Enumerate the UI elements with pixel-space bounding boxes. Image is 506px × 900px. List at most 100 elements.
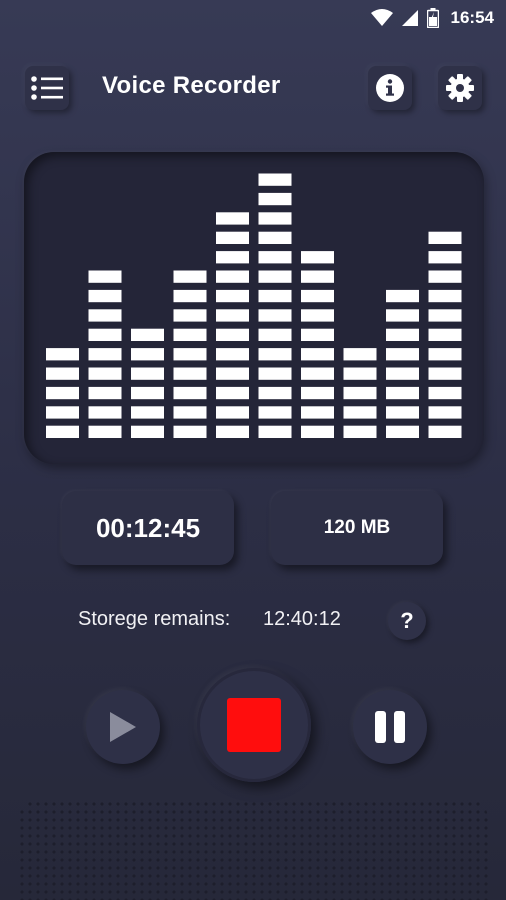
level-segment <box>428 231 462 244</box>
file-size-display: 120 MB <box>271 491 443 565</box>
level-segment <box>428 367 462 380</box>
pause-icon <box>375 711 405 743</box>
level-segment <box>216 425 249 438</box>
level-segment <box>386 328 419 341</box>
level-segment <box>173 425 207 438</box>
level-bar-1 <box>46 348 79 438</box>
help-button[interactable]: ? <box>388 602 426 640</box>
speaker-grille <box>18 800 488 900</box>
level-segment <box>216 406 249 419</box>
level-segment <box>301 367 334 380</box>
info-icon <box>376 74 404 102</box>
stop-record-button[interactable] <box>197 668 311 782</box>
level-segment <box>258 289 292 303</box>
level-segment <box>88 425 122 438</box>
level-segment <box>131 348 164 361</box>
level-segment <box>343 386 377 400</box>
level-segment <box>46 348 79 361</box>
signal-icon <box>401 10 418 26</box>
storage-label: Storege remains: <box>78 608 231 630</box>
level-segment <box>173 309 207 322</box>
level-segment <box>88 386 122 400</box>
level-segment <box>258 328 292 341</box>
level-segment <box>173 386 207 400</box>
level-segment <box>258 270 292 283</box>
info-button[interactable] <box>368 66 412 110</box>
level-segment <box>428 251 462 264</box>
level-segment <box>216 212 249 225</box>
list-menu-icon <box>31 76 63 100</box>
level-segment <box>301 251 334 264</box>
level-bar-4 <box>173 270 207 438</box>
level-segment <box>386 406 419 419</box>
level-segment <box>131 386 164 400</box>
wifi-icon <box>370 9 393 26</box>
level-segment <box>46 406 79 419</box>
level-segment <box>428 386 462 400</box>
level-segment <box>131 367 164 380</box>
level-segment <box>173 328 207 341</box>
level-segment <box>258 212 292 225</box>
status-time: 16:54 <box>450 8 494 27</box>
level-segment <box>258 348 292 361</box>
level-bar-9 <box>386 289 419 438</box>
level-segment <box>258 386 292 400</box>
level-segment <box>428 270 462 283</box>
level-segment <box>216 367 249 380</box>
menu-button[interactable] <box>25 66 69 110</box>
level-bar-7 <box>301 251 334 438</box>
level-segment <box>301 328 334 341</box>
level-segment <box>131 328 164 341</box>
elapsed-time-display: 00:12:45 <box>62 491 234 565</box>
level-segment <box>258 425 292 438</box>
gear-icon <box>446 74 474 102</box>
level-segment <box>428 348 462 361</box>
level-segment <box>343 348 377 361</box>
audio-level-visualizer <box>24 152 484 464</box>
level-segment <box>88 348 122 361</box>
level-segment <box>216 309 249 322</box>
level-segment <box>46 425 79 438</box>
play-button[interactable] <box>86 690 160 764</box>
level-segment <box>216 251 249 264</box>
level-segment <box>428 425 462 438</box>
level-segment <box>428 289 462 303</box>
level-segment <box>46 367 79 380</box>
level-segment <box>173 348 207 361</box>
storage-value: 12:40:12 <box>263 608 341 630</box>
level-segment <box>301 289 334 303</box>
level-segment <box>216 328 249 341</box>
level-segment <box>173 406 207 419</box>
level-segment <box>131 406 164 419</box>
play-icon <box>110 712 136 742</box>
level-segment <box>88 406 122 419</box>
level-segment <box>386 425 419 438</box>
level-segment <box>428 406 462 419</box>
level-segment <box>88 367 122 380</box>
level-segment <box>343 425 377 438</box>
battery-icon <box>426 8 439 28</box>
level-segment <box>173 289 207 303</box>
level-bar-5 <box>216 212 249 438</box>
level-segment <box>216 386 249 400</box>
status-bar: 16:54 <box>0 0 506 36</box>
level-segment <box>258 231 292 244</box>
pause-button[interactable] <box>353 690 427 764</box>
app-title: Voice Recorder <box>102 72 281 99</box>
level-segment <box>428 309 462 322</box>
level-segment <box>301 270 334 283</box>
level-segment <box>131 425 164 438</box>
settings-button[interactable] <box>438 66 482 110</box>
level-segment <box>386 309 419 322</box>
level-bar-8 <box>343 348 377 438</box>
level-segment <box>301 309 334 322</box>
level-segment <box>343 367 377 380</box>
level-segment <box>258 367 292 380</box>
level-segment <box>88 309 122 322</box>
level-segment <box>301 425 334 438</box>
level-segment <box>301 406 334 419</box>
level-segment <box>386 386 419 400</box>
level-segment <box>258 192 292 206</box>
level-segment <box>343 406 377 419</box>
level-segment <box>88 270 122 283</box>
